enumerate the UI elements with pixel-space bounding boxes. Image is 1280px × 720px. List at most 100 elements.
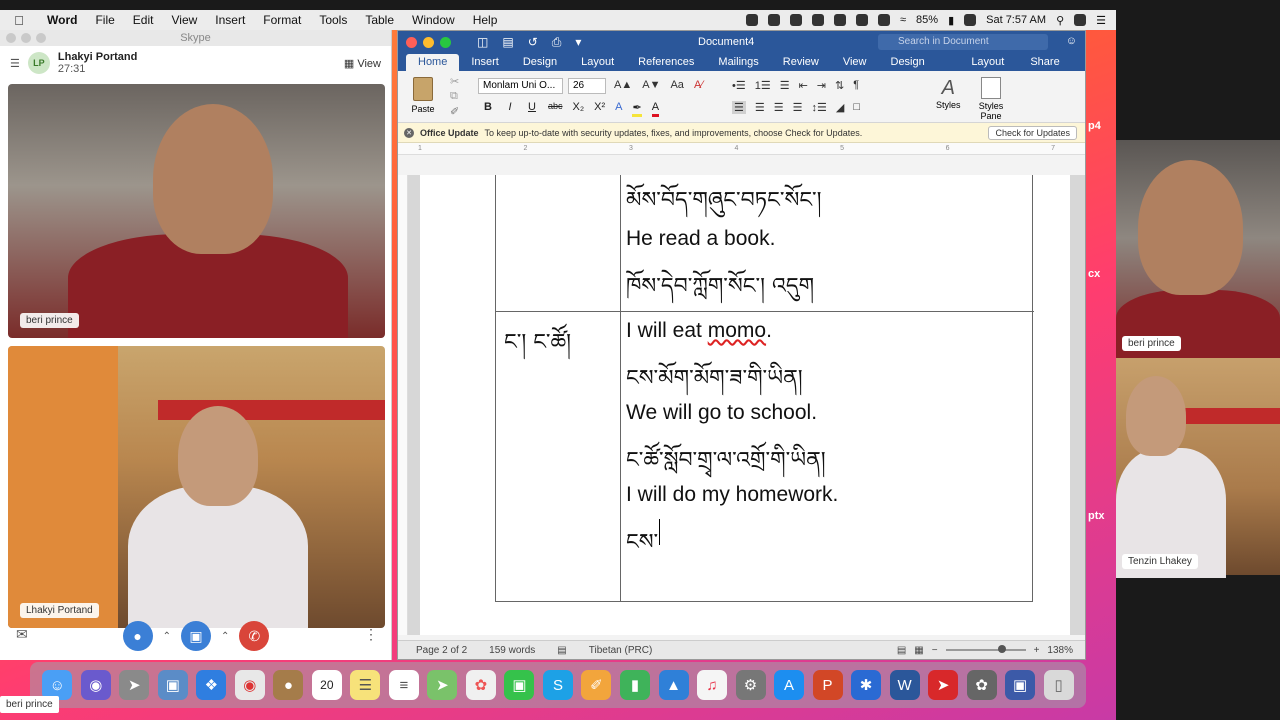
app-store-icon[interactable]: A: [774, 670, 805, 700]
styles-pane-button[interactable]: Styles Pane: [976, 77, 1006, 121]
line-spacing-icon[interactable]: ↕☰: [812, 101, 827, 114]
zoom-window-button[interactable]: [440, 36, 451, 48]
highlight-icon[interactable]: ✒: [632, 101, 642, 117]
font-color-icon[interactable]: A: [651, 101, 660, 117]
more-options-icon[interactable]: ⋮: [364, 626, 378, 643]
zoom-level[interactable]: 138%: [1047, 645, 1073, 656]
photo-booth-icon[interactable]: ✿: [966, 670, 997, 700]
tab-layout[interactable]: Layout: [569, 54, 626, 71]
align-left-icon[interactable]: ☰: [732, 101, 746, 114]
document-page[interactable]: མོས་བོད་གཞུང་བཏང་སོང་། He read a book. ཁ…: [420, 175, 1070, 635]
status-icon[interactable]: [745, 14, 758, 26]
table-cell-line[interactable]: ངས་: [626, 517, 658, 579]
menu-table[interactable]: Table: [356, 13, 403, 27]
tab-references[interactable]: References: [626, 54, 706, 71]
paste-button[interactable]: Paste: [408, 77, 438, 114]
strikethrough-icon[interactable]: abc: [548, 101, 563, 117]
tab-home[interactable]: Home: [406, 54, 460, 71]
check-for-updates-button[interactable]: Check for Updates: [988, 125, 1077, 140]
increase-indent-icon[interactable]: ⇥: [817, 79, 826, 92]
bold-icon[interactable]: B: [482, 101, 494, 117]
table-cell-line[interactable]: ཁོས་དེབ་ཀློག་སོང་། འདུག: [626, 261, 814, 323]
notes-icon[interactable]: ☰: [350, 670, 381, 700]
justify-icon[interactable]: ☰: [793, 101, 803, 114]
zoom-window-button[interactable]: [36, 33, 46, 43]
bluetooth-icon[interactable]: [877, 14, 890, 26]
menu-view[interactable]: View: [162, 13, 206, 27]
hamburger-icon[interactable]: ☰: [10, 57, 20, 70]
copy-icon[interactable]: ⧉: [450, 90, 458, 103]
save-icon[interactable]: ▤: [502, 35, 513, 50]
misspelled-word[interactable]: momo: [708, 319, 766, 342]
italic-icon[interactable]: I: [504, 101, 516, 117]
menu-app-name[interactable]: Word: [38, 13, 86, 27]
tab-review[interactable]: Review: [771, 54, 831, 71]
menu-format[interactable]: Format: [254, 13, 310, 27]
vertical-ruler[interactable]: [398, 175, 408, 635]
reminders-icon[interactable]: ≡: [388, 670, 419, 700]
music-icon[interactable]: ♫: [697, 670, 728, 700]
subscript-icon[interactable]: X₂: [573, 101, 585, 117]
calendar-icon[interactable]: 20: [311, 670, 342, 700]
keynote-icon[interactable]: ▲: [658, 670, 689, 700]
zoom-slider-knob[interactable]: [997, 645, 1006, 653]
skype-icon[interactable]: S: [542, 670, 573, 700]
view-button[interactable]: ▦ View: [344, 57, 381, 70]
tab-view[interactable]: View: [831, 54, 879, 71]
chrome-icon[interactable]: ◉: [234, 670, 265, 700]
spotlight-icon[interactable]: ⚲: [1056, 14, 1064, 27]
text-effects-icon[interactable]: A: [615, 101, 622, 117]
zoom-slider[interactable]: [945, 645, 1026, 653]
menu-clock[interactable]: Sat 7:57 AM: [986, 14, 1046, 26]
status-icon[interactable]: [767, 14, 780, 26]
siri-icon[interactable]: ◉: [80, 670, 111, 700]
powerpoint-icon[interactable]: P: [812, 670, 843, 700]
bluetooth-icon[interactable]: ✱: [851, 670, 882, 700]
superscript-icon[interactable]: X²: [594, 101, 605, 117]
table-cell-line[interactable]: He read a book.: [626, 227, 775, 251]
menu-help[interactable]: Help: [464, 13, 507, 27]
menu-insert[interactable]: Insert: [206, 13, 254, 27]
table-cell-line[interactable]: I will eat momo.: [626, 319, 772, 343]
status-icon[interactable]: [811, 14, 824, 26]
end-call-button[interactable]: ✆: [239, 621, 270, 651]
horizontal-ruler[interactable]: 1 2 3 4 5 6 7: [398, 143, 1085, 155]
user-icon[interactable]: [1074, 14, 1087, 26]
chevron-up-icon[interactable]: ⌃: [221, 631, 229, 642]
shrink-font-icon[interactable]: A▼: [642, 79, 660, 91]
change-case-icon[interactable]: Aa: [670, 79, 683, 91]
battery-icon[interactable]: ▮: [948, 14, 954, 27]
photos-icon[interactable]: ✿: [465, 670, 496, 700]
proofing-icon[interactable]: ▤: [557, 645, 566, 656]
table-cell-line[interactable]: I will do my homework.: [626, 483, 838, 507]
font-size-select[interactable]: 26: [568, 78, 606, 94]
underline-icon[interactable]: U: [526, 101, 538, 117]
minimize-window-button[interactable]: [423, 36, 434, 48]
close-icon[interactable]: ✕: [404, 127, 414, 138]
safari-icon[interactable]: ❖: [196, 670, 227, 700]
language-status[interactable]: Tibetan (PRC): [589, 645, 653, 656]
undo-icon[interactable]: ↺: [528, 35, 538, 50]
font-name-select[interactable]: Monlam Uni O...: [478, 78, 563, 94]
facetime-icon[interactable]: ▣: [504, 670, 535, 700]
cut-icon[interactable]: ✂: [450, 75, 459, 88]
menu-file[interactable]: File: [86, 13, 123, 27]
time-machine-icon[interactable]: [855, 14, 868, 26]
menu-tools[interactable]: Tools: [310, 13, 356, 27]
close-window-button[interactable]: [6, 33, 16, 43]
sidebar-toggle-icon[interactable]: ◫: [477, 35, 488, 50]
acrobat-icon[interactable]: ➤: [928, 670, 959, 700]
sort-icon[interactable]: ⇅: [835, 79, 844, 92]
word-icon[interactable]: W: [889, 670, 920, 700]
video-feed-lhakyi[interactable]: Lhakyi Portand: [8, 346, 385, 628]
align-center-icon[interactable]: ☰: [755, 101, 765, 114]
tab-insert[interactable]: Insert: [459, 54, 511, 71]
pages-icon[interactable]: ✐: [581, 670, 612, 700]
borders-icon[interactable]: □: [853, 101, 860, 114]
status-icon[interactable]: [789, 14, 802, 26]
multilevel-list-icon[interactable]: ☰: [780, 79, 790, 92]
web-layout-icon[interactable]: ▦: [914, 645, 923, 656]
bullets-icon[interactable]: •☰: [732, 79, 746, 92]
battery-percent[interactable]: 85%: [916, 14, 938, 26]
tab-table-layout[interactable]: Layout: [959, 54, 1016, 71]
